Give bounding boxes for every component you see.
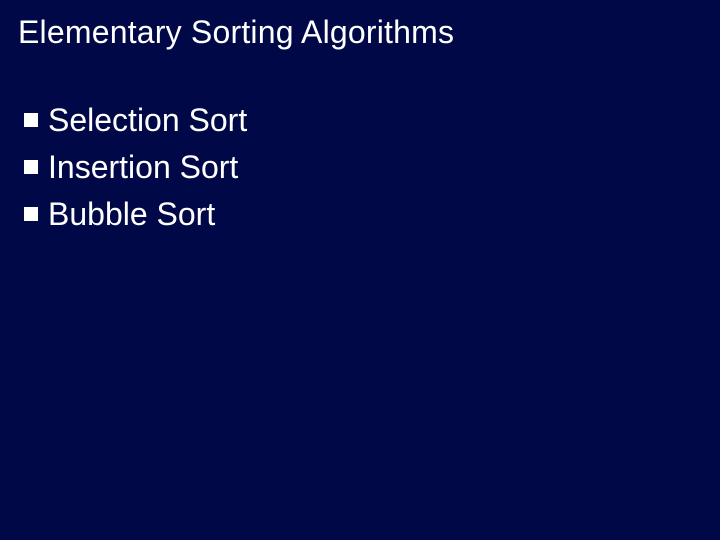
square-bullet-icon <box>24 207 38 221</box>
bullet-text: Bubble Sort <box>48 193 215 236</box>
square-bullet-icon <box>24 113 38 127</box>
square-bullet-icon <box>24 160 38 174</box>
slide-container: Elementary Sorting Algorithms Selection … <box>0 0 720 540</box>
bullet-text: Insertion Sort <box>48 146 238 189</box>
slide-title: Elementary Sorting Algorithms <box>18 14 702 51</box>
list-item: Selection Sort <box>24 99 702 142</box>
bullet-list: Selection Sort Insertion Sort Bubble Sor… <box>18 99 702 237</box>
bullet-text: Selection Sort <box>48 99 247 142</box>
list-item: Insertion Sort <box>24 146 702 189</box>
list-item: Bubble Sort <box>24 193 702 236</box>
